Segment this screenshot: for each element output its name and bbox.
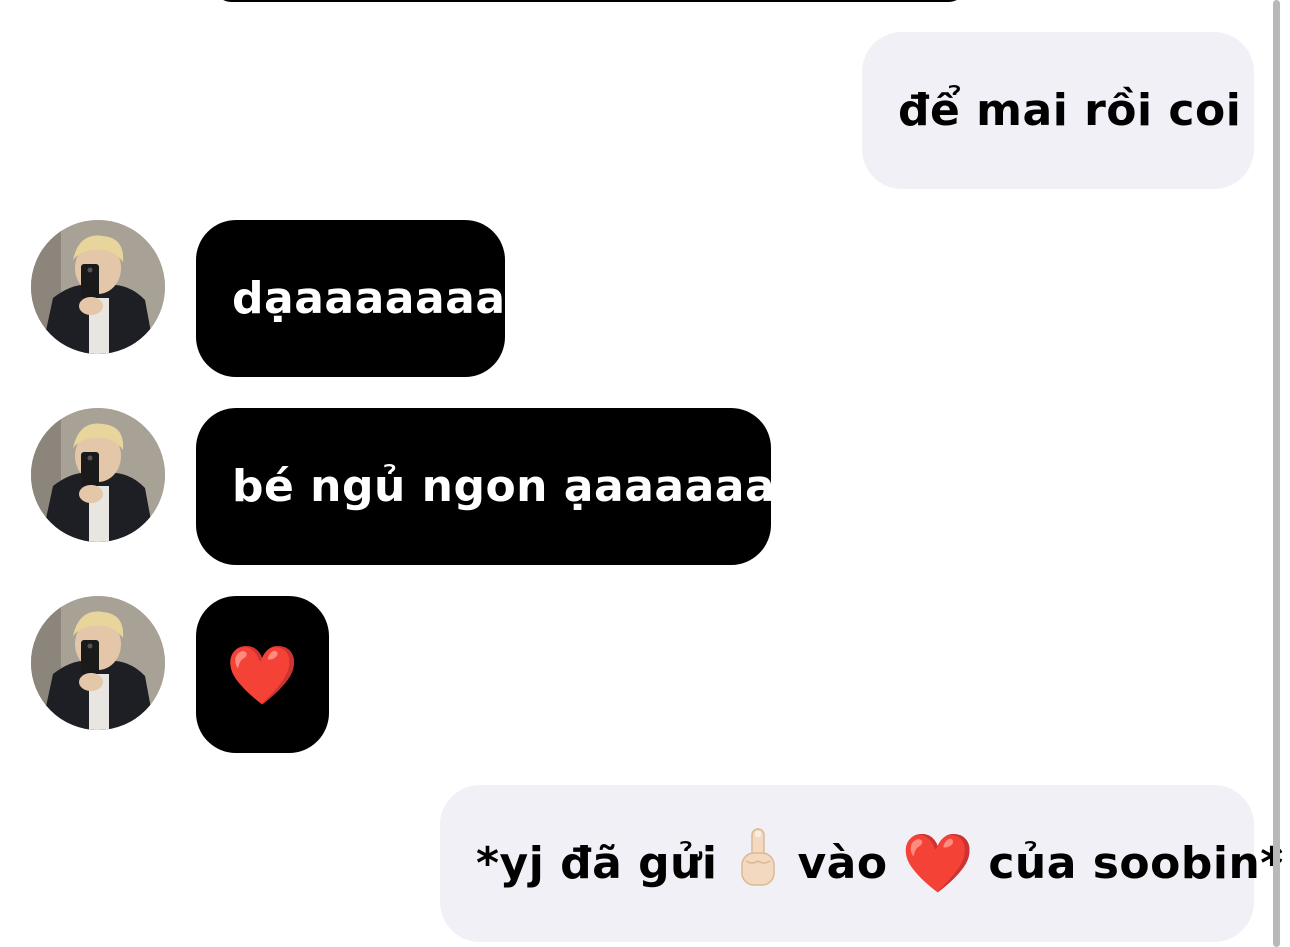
outgoing-message-bubble[interactable]: *yj đã gửi vào ❤️ của soobin* bbox=[440, 785, 1283, 942]
heart-emoji-icon: ❤️ bbox=[901, 829, 975, 897]
avatar-photo bbox=[31, 596, 165, 730]
contact-avatar[interactable] bbox=[31, 596, 165, 730]
message-text: để mai rồi coi bbox=[898, 85, 1242, 136]
chat-thread[interactable]: để mai rồi coi dạaaaaaaa bé ngủ ngon ạaa… bbox=[0, 0, 1290, 947]
incoming-message-bubble[interactable]: bé ngủ ngon ạaaaaaaa bbox=[196, 408, 805, 565]
message-text: bé ngủ ngon ạaaaaaaa bbox=[232, 461, 806, 512]
incoming-message-bubble[interactable]: dạaaaaaaa bbox=[196, 220, 505, 377]
message-text-part: của soobin* bbox=[988, 838, 1284, 889]
scrollbar[interactable] bbox=[1273, 0, 1280, 947]
avatar-photo bbox=[31, 408, 165, 542]
avatar-photo bbox=[31, 220, 165, 354]
message-text-part: vào bbox=[797, 838, 888, 889]
message-text-part: *yj đã gửi bbox=[476, 838, 718, 889]
heart-emoji-icon: ❤️ bbox=[226, 640, 299, 709]
incoming-heart-message-bubble[interactable]: ❤️ bbox=[196, 596, 329, 753]
contact-avatar[interactable] bbox=[31, 408, 165, 542]
outgoing-message-bubble[interactable]: để mai rồi coi bbox=[862, 32, 1254, 189]
contact-avatar[interactable] bbox=[31, 220, 165, 354]
middle-finger-emoji-icon bbox=[736, 827, 780, 900]
message-text: dạaaaaaaa bbox=[232, 273, 506, 324]
previous-message-bubble-edge bbox=[215, 0, 965, 2]
